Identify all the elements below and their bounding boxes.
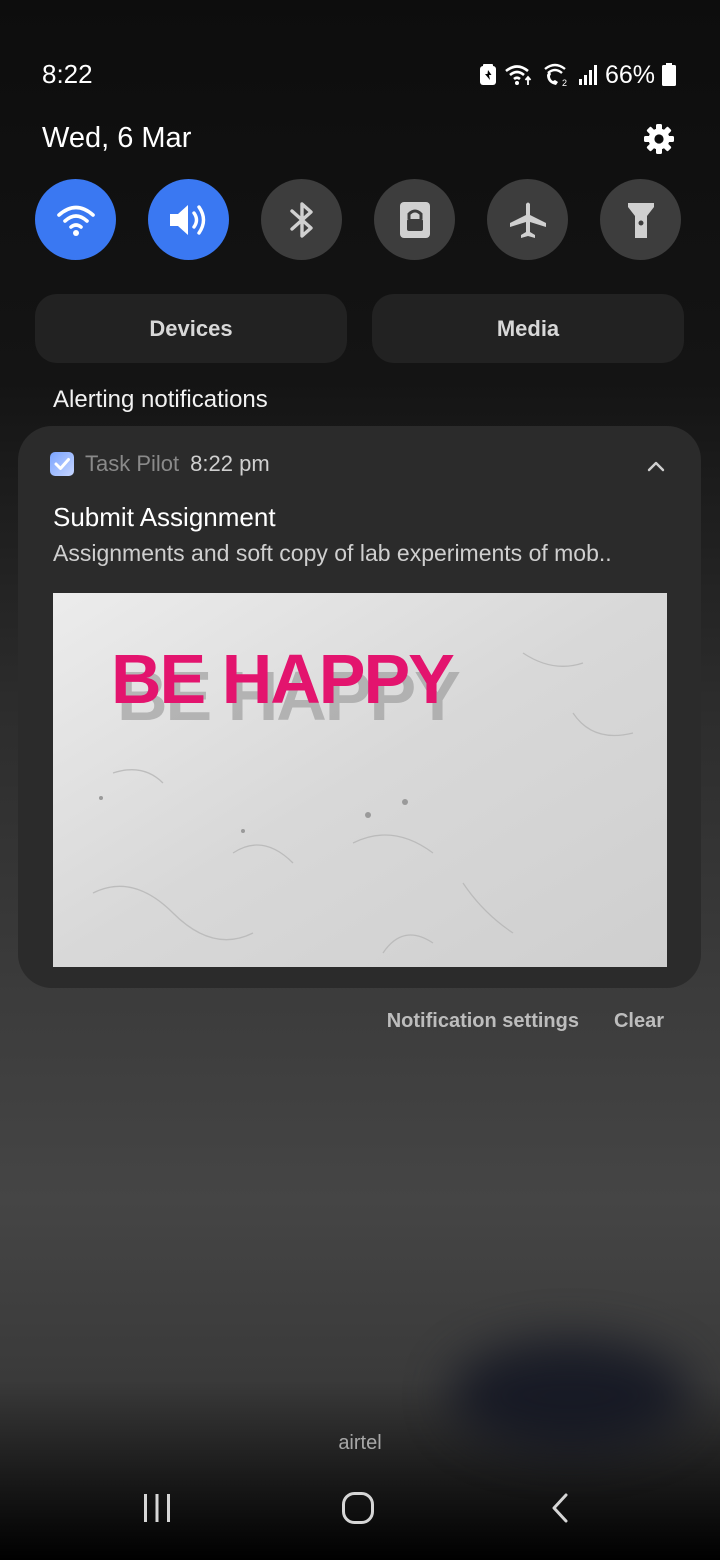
recents-icon	[144, 1494, 170, 1522]
wifi-icon	[504, 63, 534, 87]
gear-icon	[644, 124, 674, 154]
date-row: Wed, 6 Mar	[42, 120, 678, 160]
volume-icon	[169, 204, 205, 235]
clear-button[interactable]: Clear	[614, 1010, 664, 1033]
battery-icon	[662, 63, 676, 87]
notification-shade: 8:22 2 66% Wed, 6 Mar Devices Media Aler…	[0, 0, 720, 1560]
recents-button[interactable]	[127, 1488, 187, 1528]
status-clock: 8:22	[42, 59, 93, 89]
devices-button[interactable]: Devices	[35, 294, 347, 363]
sound-toggle[interactable]	[148, 179, 229, 260]
back-icon	[552, 1493, 568, 1523]
carrier-label: airtel	[338, 1432, 382, 1454]
notification-title: Submit Assignment	[53, 502, 276, 532]
app-icon	[50, 452, 74, 476]
status-bar: 8:22 2 66%	[0, 0, 720, 110]
home-icon	[342, 1492, 374, 1524]
quick-toggles	[35, 179, 681, 261]
battery-percent: 66%	[604, 60, 655, 89]
media-button[interactable]: Media	[372, 294, 684, 363]
section-title: Alerting notifications	[53, 386, 268, 413]
notification-header: Task Pilot 8:22 pm	[50, 450, 670, 478]
screen-lock-icon	[399, 201, 430, 238]
notification-settings-button[interactable]: Notification settings	[387, 1010, 579, 1033]
wifi-calling-icon: 2	[541, 63, 571, 87]
flashlight-toggle[interactable]	[600, 179, 681, 260]
image-lettering: BE HAPPY	[111, 640, 454, 718]
notification-image: BE HAPPY BE HAPPY	[53, 593, 667, 967]
battery-saver-icon	[479, 64, 497, 86]
svg-text:2: 2	[562, 78, 567, 87]
screen-lock-toggle[interactable]	[374, 179, 455, 260]
bluetooth-toggle[interactable]	[261, 179, 342, 260]
app-name: Task Pilot	[85, 451, 180, 476]
settings-button[interactable]	[640, 120, 678, 158]
flashlight-icon	[627, 202, 654, 238]
notification-text: Assignments and soft copy of lab experim…	[53, 540, 612, 566]
notification-time: 8:22 pm	[190, 451, 270, 476]
notification-actions: Notification settings Clear	[387, 1006, 664, 1036]
status-icons: 2 66%	[479, 58, 676, 92]
checkmark-icon	[54, 458, 70, 470]
wifi-toggle[interactable]	[35, 179, 116, 260]
airplane-mode-toggle[interactable]	[487, 179, 568, 260]
date-label: Wed, 6 Mar	[42, 122, 192, 154]
collapse-button[interactable]	[641, 454, 671, 478]
signal-icon	[578, 64, 598, 86]
navigation-bar	[0, 1474, 720, 1560]
wifi-icon	[56, 205, 95, 236]
chevron-up-icon	[647, 461, 665, 472]
panel-buttons: Devices Media	[35, 294, 685, 364]
home-button[interactable]	[328, 1488, 388, 1528]
back-button[interactable]	[530, 1488, 590, 1528]
bluetooth-icon	[289, 201, 313, 238]
airplane-icon	[509, 202, 546, 238]
notification-card[interactable]: Task Pilot 8:22 pm Submit Assignment Ass…	[18, 426, 701, 988]
